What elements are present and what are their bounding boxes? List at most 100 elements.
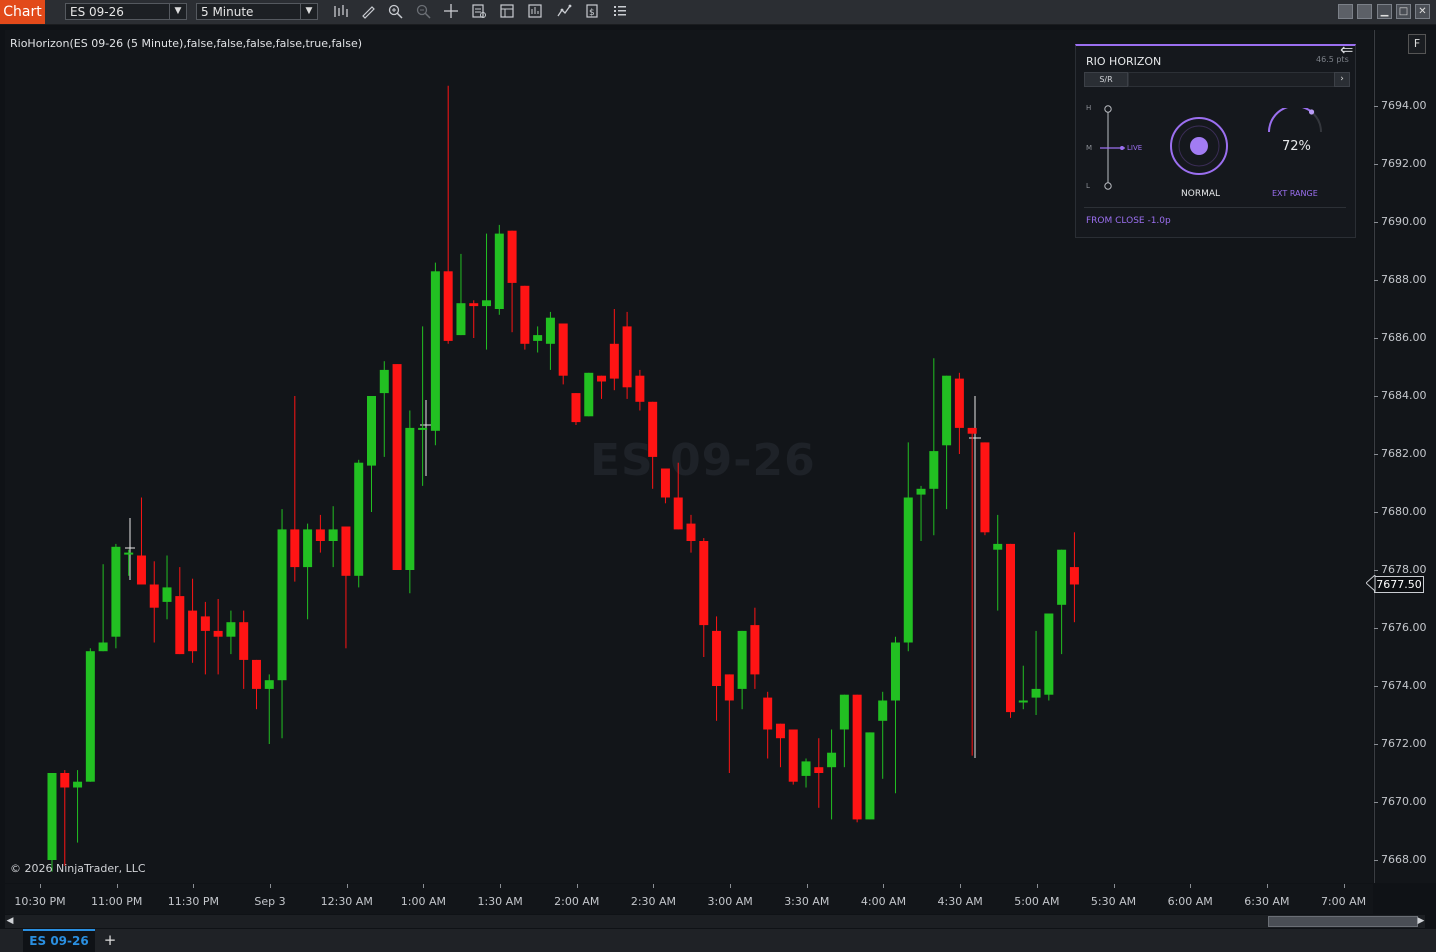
chevron-down-icon[interactable]: ▼ xyxy=(300,4,317,19)
link-icon[interactable] xyxy=(1357,4,1372,19)
zoom-out-icon[interactable] xyxy=(414,3,432,21)
x-tick-label: 2:30 AM xyxy=(630,895,677,908)
chart-tab[interactable]: Chart xyxy=(0,0,45,24)
x-tick-label: 5:00 AM xyxy=(1014,895,1060,908)
y-tick xyxy=(1374,396,1378,397)
x-tick xyxy=(1113,884,1115,888)
y-tick-label: 7674.00 xyxy=(1381,679,1427,692)
y-tick xyxy=(1374,338,1378,339)
ext-range-gauge xyxy=(1268,108,1322,133)
templates-icon[interactable] xyxy=(611,3,629,21)
data-box-icon[interactable] xyxy=(470,3,488,21)
tab-sr[interactable]: S/R xyxy=(1084,72,1128,87)
y-tick-label: 7680.00 xyxy=(1381,505,1427,518)
x-tick-label: 10:30 PM xyxy=(14,895,66,908)
horizontal-scrollbar[interactable] xyxy=(5,915,1425,928)
x-tick-label: 5:30 AM xyxy=(1090,895,1137,908)
y-tick xyxy=(1374,744,1378,745)
chevron-right-icon[interactable]: › xyxy=(1334,72,1350,87)
instrument-watermark: ES 09-26 xyxy=(590,435,816,486)
f-button[interactable]: F xyxy=(1408,34,1426,54)
x-tick-label: 4:00 AM xyxy=(860,895,907,908)
minimize-icon[interactable]: ▁ xyxy=(1377,4,1392,19)
y-tick-label: 7684.00 xyxy=(1381,389,1427,402)
crosshair-icon[interactable] xyxy=(442,3,460,21)
x-tick xyxy=(423,884,425,888)
panel-divider xyxy=(1084,207,1346,208)
close-icon[interactable]: ✕ xyxy=(1415,4,1430,19)
scroll-right-icon[interactable]: ▶ xyxy=(1416,915,1426,928)
tile-icon[interactable] xyxy=(1338,4,1353,19)
x-tick xyxy=(960,884,962,888)
y-tick-label: 7676.00 xyxy=(1381,621,1427,634)
y-tick-label: 7686.00 xyxy=(1381,331,1427,344)
back-arrow-icon[interactable]: ⇐ xyxy=(1340,40,1353,59)
y-tick-label: 7672.00 xyxy=(1381,737,1427,750)
panel-title: RIO HORIZON xyxy=(1086,55,1162,68)
scroll-thumb[interactable] xyxy=(1268,916,1418,927)
x-tick xyxy=(653,884,655,888)
y-tick xyxy=(1374,802,1378,803)
x-tick xyxy=(1343,884,1345,888)
live-label: LIVE xyxy=(1127,144,1143,152)
y-tick-label: 7670.00 xyxy=(1381,795,1427,808)
indicators-icon[interactable] xyxy=(555,3,573,21)
y-tick xyxy=(1374,860,1378,861)
x-tick-label: 2:00 AM xyxy=(554,895,600,908)
x-tick xyxy=(270,884,272,888)
x-tick-label: 6:30 AM xyxy=(1244,895,1290,908)
y-tick xyxy=(1374,106,1378,107)
y-tick xyxy=(1374,570,1378,571)
x-tick xyxy=(1266,884,1268,888)
x-tick-label: 3:00 AM xyxy=(707,895,753,908)
y-tick xyxy=(1374,454,1378,455)
panel-tab-bar xyxy=(1128,72,1350,87)
y-tick-label: 7668.00 xyxy=(1381,853,1427,866)
chevron-down-icon[interactable]: ▼ xyxy=(169,4,186,19)
alerts-icon[interactable]: $ xyxy=(583,3,601,21)
current-price-marker: 7677.50 xyxy=(1374,576,1424,593)
x-tick xyxy=(883,884,885,888)
x-tick xyxy=(116,884,118,888)
bar-type-icon[interactable] xyxy=(331,3,349,21)
x-tick xyxy=(806,884,808,888)
svg-text:$: $ xyxy=(589,8,595,18)
x-tick xyxy=(1036,884,1038,888)
x-tick-label: 7:00 AM xyxy=(1320,895,1367,908)
x-tick xyxy=(1190,884,1192,888)
instrument-value: ES 09-26 xyxy=(70,5,124,19)
x-tick xyxy=(730,884,732,888)
x-tick-label: 11:00 PM xyxy=(91,895,143,908)
tab-bar xyxy=(0,929,1436,952)
x-tick xyxy=(40,884,41,888)
x-tick-label: 12:30 AM xyxy=(320,895,373,908)
y-tick xyxy=(1374,686,1378,687)
y-tick xyxy=(1374,512,1378,513)
x-tick-label: 11:30 PM xyxy=(167,895,220,908)
price-marker-pointer xyxy=(1366,575,1376,592)
maximize-icon[interactable]: □ xyxy=(1396,4,1411,19)
status-ring-icon xyxy=(1170,117,1228,175)
scroll-left-icon[interactable]: ◀ xyxy=(5,915,15,928)
tab-es-09-26[interactable]: ES 09-26 xyxy=(23,929,95,952)
properties-icon[interactable] xyxy=(498,3,516,21)
slider-mid-label: M xyxy=(1086,144,1093,152)
y-tick-label: 7678.00 xyxy=(1381,563,1427,576)
x-tick-label: Sep 3 xyxy=(254,895,286,908)
zoom-in-icon[interactable] xyxy=(386,3,404,21)
x-tick xyxy=(500,884,502,888)
x-tick xyxy=(346,884,348,888)
ext-range-percent: 72% xyxy=(1282,139,1311,154)
pencil-icon[interactable] xyxy=(359,3,377,21)
slider-high-label: H xyxy=(1086,104,1092,112)
interval-selector[interactable]: 5 Minute ▼ xyxy=(196,3,318,20)
y-tick xyxy=(1374,222,1378,223)
from-close-label: FROM CLOSE -1.0p xyxy=(1086,216,1171,226)
instrument-selector[interactable]: ES 09-26 ▼ xyxy=(65,3,187,20)
ext-range-label: EXT RANGE xyxy=(1272,189,1318,198)
strategies-icon[interactable] xyxy=(526,3,544,21)
x-tick xyxy=(576,884,578,888)
x-tick xyxy=(193,884,195,888)
add-tab-button[interactable]: + xyxy=(102,929,118,952)
status-label: NORMAL xyxy=(1181,189,1221,199)
